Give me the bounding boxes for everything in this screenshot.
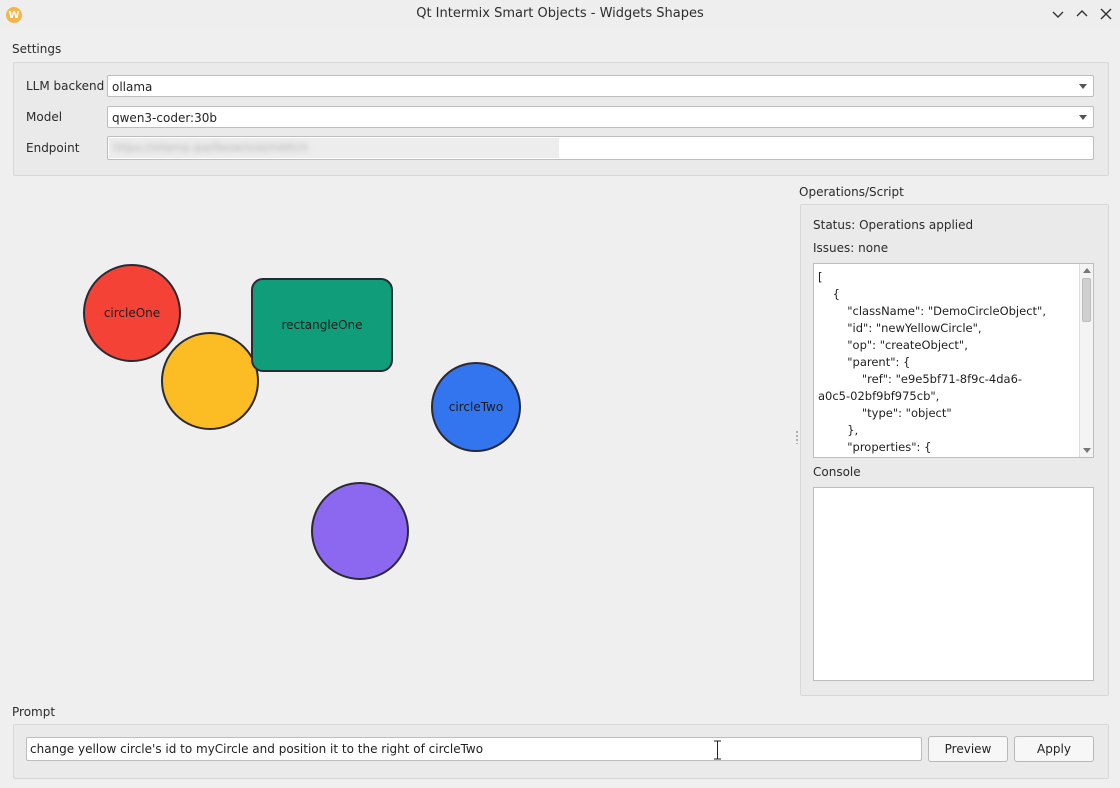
- shape-circle-one[interactable]: circleOne: [83, 264, 181, 362]
- dropdown-arrow-icon: [1079, 115, 1087, 120]
- script-line: },: [818, 423, 859, 437]
- status-text: Status: Operations applied: [813, 218, 974, 232]
- apply-button[interactable]: Apply: [1014, 736, 1094, 762]
- scroll-thumb[interactable]: [1082, 278, 1091, 322]
- scroll-up-icon[interactable]: [1083, 268, 1091, 273]
- endpoint-redacted: https://ollama.ipa/0ezw/o/ai/mbf/ch: [109, 138, 559, 158]
- script-line: "id": "newYellowCircle",: [818, 321, 982, 335]
- script-line: "ref": "e9e5bf71-8f9c-4da6-: [818, 372, 1023, 386]
- endpoint-field[interactable]: https://ollama.ipa/0ezw/o/ai/mbf/ch: [107, 136, 1094, 160]
- window-title: Qt Intermix Smart Objects - Widgets Shap…: [416, 6, 704, 21]
- close-icon: [1100, 8, 1112, 20]
- script-line: "properties": {: [818, 440, 932, 454]
- title-bar: W Qt Intermix Smart Objects - Widgets Sh…: [0, 0, 1120, 28]
- prompt-text: change yellow circle's id to myCircle an…: [30, 742, 484, 756]
- console-label: Console: [813, 465, 861, 479]
- shape-rectangle-one[interactable]: rectangleOne: [251, 278, 393, 372]
- llm-backend-combo[interactable]: ollama: [107, 75, 1094, 97]
- script-scrollbar[interactable]: [1079, 264, 1093, 457]
- chevron-down-icon: [1052, 11, 1064, 18]
- script-line: "type": "object": [818, 406, 952, 420]
- close-button[interactable]: [1096, 4, 1116, 24]
- script-line: [: [818, 270, 823, 284]
- shape-label: circleOne: [103, 306, 161, 320]
- script-line: {: [818, 287, 840, 301]
- shape-purple-circle[interactable]: [311, 482, 409, 580]
- dropdown-arrow-icon: [1079, 84, 1087, 89]
- endpoint-value: https://ollama.ipa/0ezw/o/ai/mbf/ch: [113, 141, 308, 154]
- minimize-button[interactable]: [1048, 4, 1068, 24]
- script-line: "op": "createObject",: [818, 338, 968, 352]
- chevron-up-icon: [1076, 10, 1088, 17]
- preview-button[interactable]: Preview: [928, 736, 1008, 762]
- maximize-button[interactable]: [1072, 4, 1092, 24]
- script-line: "parent": {: [818, 355, 911, 369]
- shape-yellow-circle[interactable]: [161, 332, 259, 430]
- endpoint-label: Endpoint: [26, 141, 80, 155]
- text-cursor-icon: [714, 740, 721, 760]
- issues-text: Issues: none: [813, 241, 889, 255]
- script-line: "className": "DemoCircleObject",: [818, 304, 1046, 318]
- shape-circle-two[interactable]: circleTwo: [431, 362, 521, 452]
- script-line: a0c5-02bf9bf975cb",: [818, 389, 940, 403]
- operations-group-label: Operations/Script: [799, 185, 904, 199]
- shape-label: rectangleOne: [281, 318, 363, 332]
- shape-label: circleTwo: [448, 400, 504, 414]
- shapes-canvas[interactable]: circleOne rectangleOne circleTwo: [0, 182, 790, 702]
- llm-backend-value: ollama: [112, 80, 153, 94]
- prompt-input[interactable]: change yellow circle's id to myCircle an…: [26, 737, 922, 761]
- scroll-down-icon[interactable]: [1083, 448, 1091, 453]
- prompt-group-label: Prompt: [12, 705, 56, 719]
- model-combo[interactable]: qwen3-coder:30b: [107, 106, 1094, 128]
- model-value: qwen3-coder:30b: [112, 111, 217, 125]
- splitter-handle[interactable]: [796, 430, 798, 444]
- model-label: Model: [26, 110, 63, 124]
- console-output[interactable]: [813, 487, 1094, 681]
- settings-group-label: Settings: [12, 42, 62, 56]
- script-editor[interactable]: [ { "className": "DemoCircleObject", "id…: [813, 263, 1094, 458]
- llm-backend-label: LLM backend: [26, 79, 105, 93]
